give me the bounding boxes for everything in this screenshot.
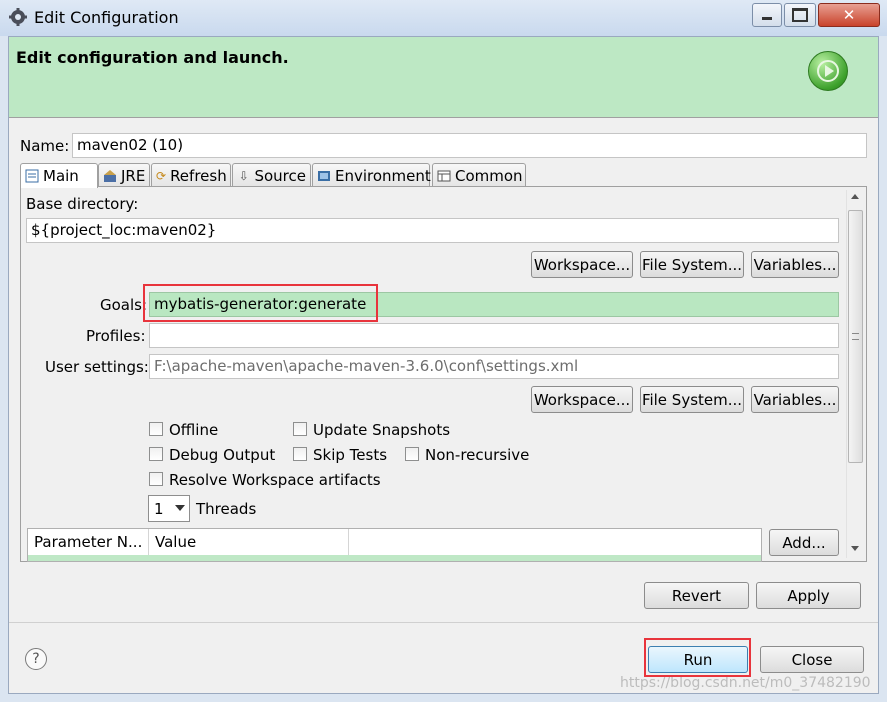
revert-button[interactable]: Revert — [644, 582, 749, 609]
user-settings-field[interactable]: F:\apache-maven\apache-maven-3.6.0\conf\… — [149, 354, 839, 379]
window-title: Edit Configuration — [34, 8, 179, 27]
parameter-value-header[interactable]: Value — [149, 529, 349, 555]
tab-environment-label: Environment — [335, 166, 431, 185]
skip-tests-label: Skip Tests — [313, 446, 388, 464]
name-field[interactable]: maven02 (10) — [72, 133, 867, 158]
tab-environment[interactable]: Environment — [312, 163, 431, 187]
common-icon — [437, 169, 451, 183]
scroll-down-arrow-icon[interactable] — [851, 546, 859, 551]
base-filesystem-button[interactable]: File System... — [640, 251, 744, 278]
debug-output-label: Debug Output — [169, 446, 276, 464]
tab-refresh-label: Refresh — [170, 166, 227, 185]
banner-title: Edit configuration and launch. — [16, 48, 289, 67]
update-snapshots-checkbox[interactable] — [293, 422, 307, 436]
base-directory-field[interactable]: ${project_loc:maven02} — [26, 218, 839, 243]
goals-annotation-box — [143, 284, 378, 322]
goals-label: Goals: — [100, 296, 148, 314]
maximize-icon — [792, 8, 808, 22]
offline-checkbox[interactable] — [149, 422, 163, 436]
close-window-button[interactable]: ✕ — [818, 3, 880, 27]
tab-common[interactable]: Common — [432, 163, 526, 187]
threads-value: 1 — [154, 499, 164, 518]
apply-button[interactable]: Apply — [756, 582, 861, 609]
minimize-button[interactable] — [752, 3, 782, 27]
base-variables-button[interactable]: Variables... — [751, 251, 839, 278]
non-recursive-label: Non-recursive — [425, 446, 530, 464]
refresh-icon: ⟳ — [156, 168, 167, 183]
tab-jre-label: JRE — [121, 166, 146, 185]
settings-workspace-button[interactable]: Workspace... — [531, 386, 633, 413]
tab-main[interactable]: Main — [20, 163, 98, 188]
tab-refresh[interactable]: ⟳ Refresh — [151, 163, 231, 187]
settings-filesystem-button[interactable]: File System... — [640, 386, 744, 413]
name-label: Name: — [20, 137, 70, 155]
run-annotation-box — [644, 638, 751, 677]
base-directory-label: Base directory: — [26, 195, 139, 213]
footer-divider — [9, 622, 878, 623]
close-icon: ✕ — [842, 6, 856, 24]
source-icon: ⇩ — [238, 168, 249, 183]
scroll-up-arrow-icon[interactable] — [851, 194, 859, 199]
chevron-down-icon — [175, 505, 185, 511]
settings-variables-button[interactable]: Variables... — [751, 386, 839, 413]
non-recursive-checkbox[interactable] — [405, 447, 419, 461]
table-row[interactable] — [28, 555, 761, 561]
tab-common-label: Common — [455, 166, 523, 185]
skip-tests-checkbox[interactable] — [293, 447, 307, 461]
tab-jre[interactable]: JRE — [98, 163, 150, 187]
profiles-field[interactable] — [149, 323, 839, 348]
scroll-grip-icon — [852, 333, 859, 340]
add-parameter-button[interactable]: Add... — [769, 529, 839, 556]
tab-source[interactable]: ⇩ Source — [232, 163, 311, 187]
maximize-button[interactable] — [784, 3, 816, 27]
offline-label: Offline — [169, 421, 219, 439]
user-settings-label: User settings: — [45, 358, 149, 376]
run-launch-icon — [808, 51, 848, 91]
parameter-name-header[interactable]: Parameter N... — [28, 529, 149, 555]
close-button[interactable]: Close — [760, 646, 864, 673]
base-workspace-button[interactable]: Workspace... — [531, 251, 633, 278]
profiles-label: Profiles: — [86, 327, 146, 345]
main-tab-icon — [25, 169, 39, 183]
update-snapshots-label: Update Snapshots — [313, 421, 451, 439]
tab-source-label: Source — [254, 166, 306, 185]
gear-icon — [9, 8, 27, 26]
environment-icon — [317, 169, 331, 183]
tab-main-label: Main — [43, 167, 79, 185]
minimize-icon — [762, 16, 772, 20]
debug-output-checkbox[interactable] — [149, 447, 163, 461]
watermark-text: https://blog.csdn.net/m0_37482190 — [620, 675, 871, 691]
help-icon[interactable]: ? — [25, 648, 47, 670]
threads-label: Threads — [196, 500, 257, 518]
jre-icon — [103, 169, 117, 183]
resolve-workspace-checkbox[interactable] — [149, 472, 163, 486]
resolve-workspace-label: Resolve Workspace artifacts — [169, 471, 381, 489]
